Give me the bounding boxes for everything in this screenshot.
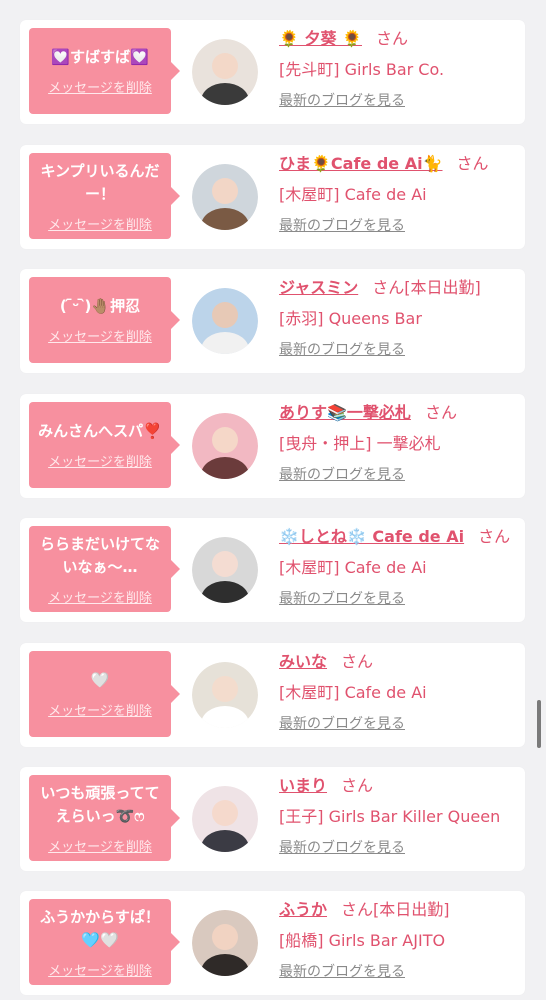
avatar-photo-icon[interactable] bbox=[192, 537, 258, 603]
name-row: みいな さん bbox=[279, 649, 519, 675]
honorific: さん bbox=[376, 29, 409, 48]
message-text: いつも頑張っててえらいっ➰ෆ bbox=[40, 783, 160, 825]
avatar-photo-icon[interactable] bbox=[192, 662, 258, 728]
delete-message-link[interactable]: メッセージを削除 bbox=[48, 836, 152, 855]
scrollbar[interactable] bbox=[537, 700, 541, 748]
cast-info: ひま🌻Cafe de Ai🐈 さん [木屋町] Cafe de Ai 最新のブログ… bbox=[279, 151, 519, 236]
cast-name-link[interactable]: ありす📚一撃必札 bbox=[279, 403, 411, 422]
message-card: いつも頑張っててえらいっ➰ෆ メッセージを削除 いまり さん [王子] Girls… bbox=[20, 767, 525, 871]
message-text: ( ᷇ᵕ ᷆)🤚🏽押忍 bbox=[59, 297, 141, 315]
avatar-photo-icon[interactable] bbox=[192, 164, 258, 230]
attendance-status: [本日出勤] bbox=[373, 900, 450, 919]
avatar-photo-icon[interactable] bbox=[192, 288, 258, 354]
delete-message-link[interactable]: メッセージを削除 bbox=[48, 587, 152, 606]
honorific: さん bbox=[456, 154, 489, 173]
latest-blog-link[interactable]: 最新のブログを見る bbox=[279, 838, 405, 858]
message-text: 💟すばすば💟 bbox=[51, 48, 149, 66]
name-row: いまり さん bbox=[279, 773, 519, 799]
cast-info: ジャスミン さん[本日出勤] [赤羽] Queens Bar 最新のブログを見る bbox=[279, 275, 519, 360]
name-row: ふうか さん[本日出勤] bbox=[279, 897, 519, 923]
cast-name-link[interactable]: ❄️しとね❄️ Cafe de Ai bbox=[279, 527, 464, 546]
message-bubble: ふうかからすぱ！🩵🤍 メッセージを削除 bbox=[29, 899, 180, 985]
avatar-photo-icon[interactable] bbox=[192, 413, 258, 479]
latest-blog-link[interactable]: 最新のブログを見る bbox=[279, 216, 405, 236]
message-bubble: ららまだいけてないなぁ〜… メッセージを削除 bbox=[29, 526, 180, 612]
shop-name: [木屋町] Cafe de Ai bbox=[279, 683, 427, 702]
message-card: ( ᷇ᵕ ᷆)🤚🏽押忍 メッセージを削除 ジャスミン さん[本日出勤] [赤羽] … bbox=[20, 269, 525, 373]
message-text: ふうかからすぱ！🩵🤍 bbox=[40, 907, 160, 949]
shop-name: [王子] Girls Bar Killer Queen bbox=[279, 807, 501, 826]
message-card: ふうかからすぱ！🩵🤍 メッセージを削除 ふうか さん[本日出勤] [船橋] Gir… bbox=[20, 891, 525, 995]
latest-blog-link[interactable]: 最新のブログを見る bbox=[279, 91, 405, 111]
attendance-status: [本日出勤] bbox=[404, 278, 481, 297]
name-row: ありす📚一撃必札 さん bbox=[279, 400, 519, 426]
message-bubble: 🤍 メッセージを削除 bbox=[29, 651, 180, 737]
message-text: キンプリいるんだー！ bbox=[40, 161, 160, 203]
message-card: キンプリいるんだー！ メッセージを削除 ひま🌻Cafe de Ai🐈 さん [木屋… bbox=[20, 145, 525, 249]
avatar-photo-icon[interactable] bbox=[192, 39, 258, 105]
honorific: さん bbox=[341, 652, 374, 671]
name-row: ❄️しとね❄️ Cafe de Ai さん bbox=[279, 524, 519, 550]
message-bubble: 💟すばすば💟 メッセージを削除 bbox=[29, 28, 180, 114]
shop-name: [先斗町] Girls Bar Co. bbox=[279, 60, 445, 79]
cast-info: ❄️しとね❄️ Cafe de Ai さん [木屋町] Cafe de Ai 最新… bbox=[279, 524, 519, 609]
latest-blog-link[interactable]: 最新のブログを見る bbox=[279, 340, 405, 360]
delete-message-link[interactable]: メッセージを削除 bbox=[48, 700, 152, 719]
cast-info: いまり さん [王子] Girls Bar Killer Queen 最新のブログ… bbox=[279, 773, 519, 858]
cast-name-link[interactable]: 🌻 夕葵 🌻 bbox=[279, 29, 362, 48]
delete-message-link[interactable]: メッセージを削除 bbox=[48, 214, 152, 233]
message-card: ららまだいけてないなぁ〜… メッセージを削除 ❄️しとね❄️ Cafe de A… bbox=[20, 518, 525, 622]
cast-name-link[interactable]: ジャスミン bbox=[279, 278, 358, 297]
honorific: さん bbox=[424, 403, 457, 422]
latest-blog-link[interactable]: 最新のブログを見る bbox=[279, 589, 405, 609]
honorific: さん bbox=[478, 527, 511, 546]
cast-name-link[interactable]: みいな bbox=[279, 652, 327, 671]
message-bubble: キンプリいるんだー！ メッセージを削除 bbox=[29, 153, 180, 239]
delete-message-link[interactable]: メッセージを削除 bbox=[48, 77, 152, 96]
cast-name-link[interactable]: いまり bbox=[279, 776, 327, 795]
cast-info: ふうか さん[本日出勤] [船橋] Girls Bar AJITO 最新のブログを… bbox=[279, 897, 519, 982]
message-card: 💟すばすば💟 メッセージを削除 🌻 夕葵 🌻 さん [先斗町] Girls Bar… bbox=[20, 20, 525, 124]
message-bubble: みんさんへスパ❣️ メッセージを削除 bbox=[29, 402, 180, 488]
cast-info: みいな さん [木屋町] Cafe de Ai 最新のブログを見る bbox=[279, 649, 519, 734]
latest-blog-link[interactable]: 最新のブログを見る bbox=[279, 714, 405, 734]
cast-name-link[interactable]: ふうか bbox=[279, 900, 327, 919]
avatar-photo-icon[interactable] bbox=[192, 910, 258, 976]
message-text: 🤍 bbox=[90, 671, 110, 689]
shop-name: [船橋] Girls Bar AJITO bbox=[279, 931, 446, 950]
name-row: 🌻 夕葵 🌻 さん bbox=[279, 26, 519, 52]
message-bubble: ( ᷇ᵕ ᷆)🤚🏽押忍 メッセージを削除 bbox=[29, 277, 180, 363]
message-text: ららまだいけてないなぁ〜… bbox=[39, 534, 160, 576]
delete-message-link[interactable]: メッセージを削除 bbox=[48, 960, 152, 979]
cast-name-link[interactable]: ひま🌻Cafe de Ai🐈 bbox=[279, 154, 443, 173]
shop-name: [木屋町] Cafe de Ai bbox=[279, 185, 427, 204]
shop-name: [木屋町] Cafe de Ai bbox=[279, 558, 427, 577]
delete-message-link[interactable]: メッセージを削除 bbox=[48, 326, 152, 345]
latest-blog-link[interactable]: 最新のブログを見る bbox=[279, 465, 405, 485]
message-text: みんさんへスパ❣️ bbox=[38, 422, 162, 440]
message-card: 🤍 メッセージを削除 みいな さん [木屋町] Cafe de Ai 最新のブログ… bbox=[20, 643, 525, 747]
avatar-photo-icon[interactable] bbox=[192, 786, 258, 852]
cast-info: 🌻 夕葵 🌻 さん [先斗町] Girls Bar Co. 最新のブログを見る bbox=[279, 26, 519, 111]
honorific: さん bbox=[372, 278, 405, 297]
delete-message-link[interactable]: メッセージを削除 bbox=[48, 451, 152, 470]
shop-name: [赤羽] Queens Bar bbox=[279, 309, 422, 328]
shop-name: [曳舟・押上] 一撃必札 bbox=[279, 434, 441, 453]
message-card: みんさんへスパ❣️ メッセージを削除 ありす📚一撃必札 さん [曳舟・押上] 一撃… bbox=[20, 394, 525, 498]
name-row: ジャスミン さん[本日出勤] bbox=[279, 275, 519, 301]
message-bubble: いつも頑張っててえらいっ➰ෆ メッセージを削除 bbox=[29, 775, 180, 861]
cast-info: ありす📚一撃必札 さん [曳舟・押上] 一撃必札 最新のブログを見る bbox=[279, 400, 519, 485]
name-row: ひま🌻Cafe de Ai🐈 さん bbox=[279, 151, 519, 177]
latest-blog-link[interactable]: 最新のブログを見る bbox=[279, 962, 405, 982]
honorific: さん bbox=[341, 900, 374, 919]
honorific: さん bbox=[341, 776, 374, 795]
